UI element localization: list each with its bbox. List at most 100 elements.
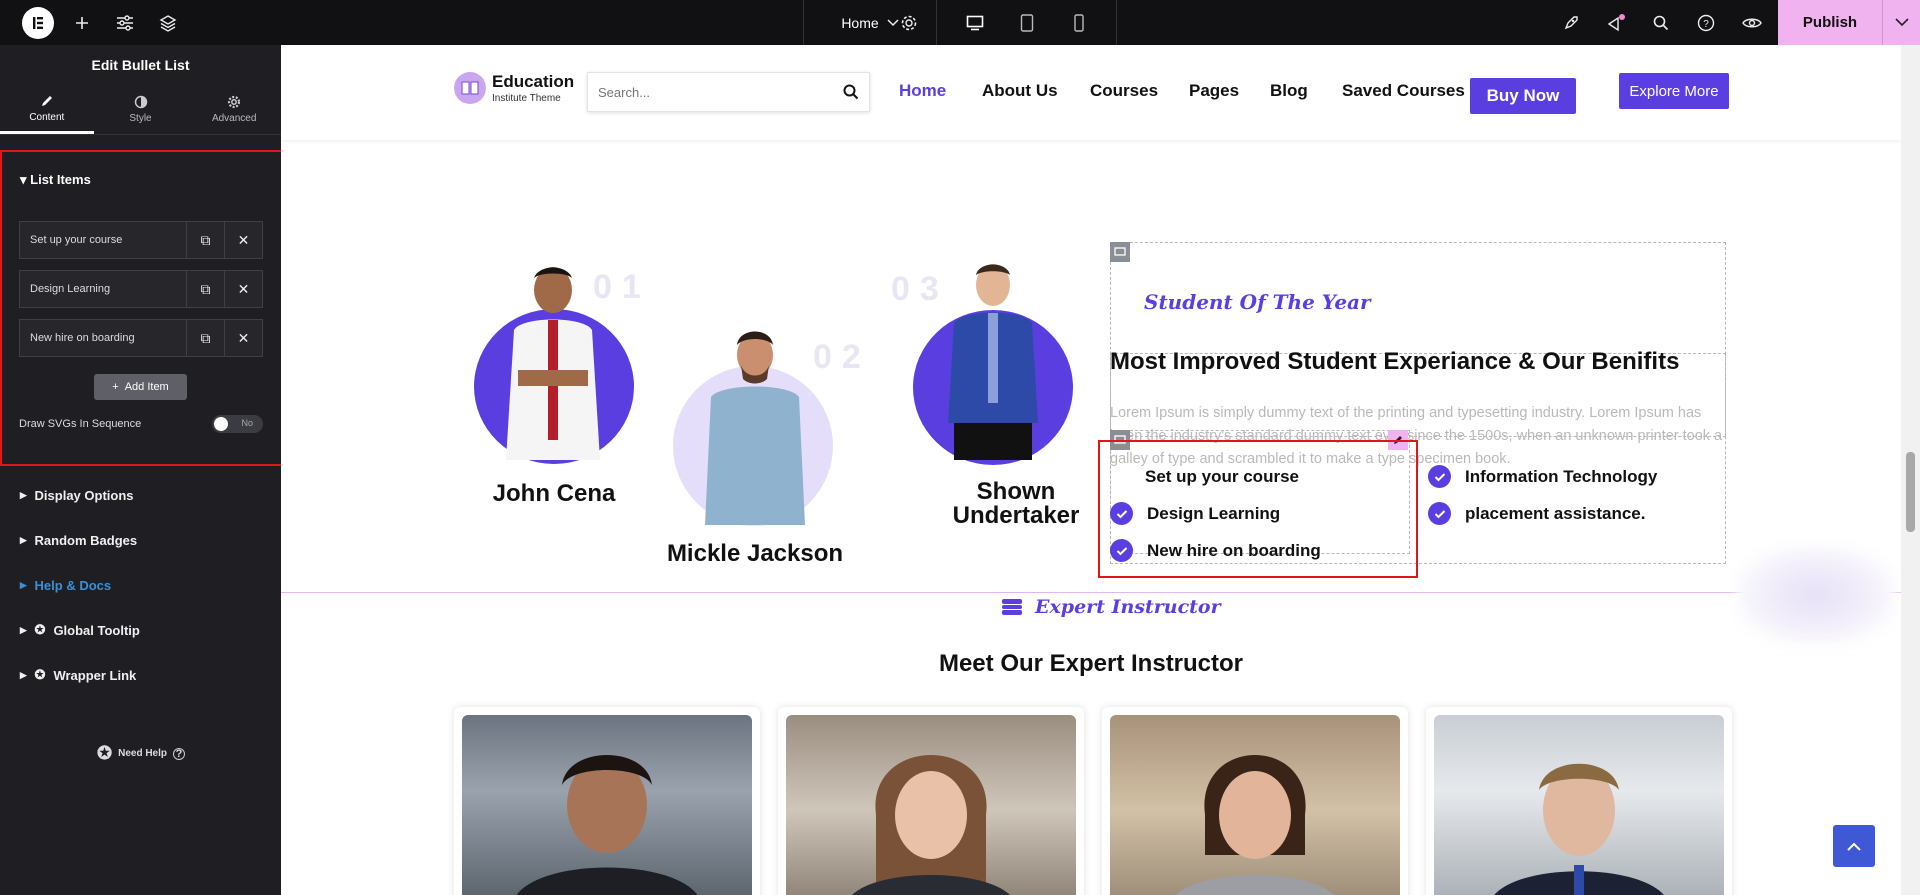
tab-style[interactable]: Style — [94, 85, 188, 134]
student-name: Shown Undertaker — [952, 478, 1080, 529]
page-name: Home — [841, 14, 879, 31]
section-label: Wrapper Link — [53, 667, 137, 683]
site-search — [587, 72, 870, 112]
remove-icon[interactable]: ✕ — [224, 222, 262, 258]
tablet-icon[interactable] — [1016, 12, 1038, 34]
canvas-scrollbar[interactable] — [1901, 45, 1920, 895]
blurred-overlay — [1736, 545, 1896, 645]
instructor-card[interactable] — [1426, 707, 1732, 895]
section-random-badges[interactable]: ▸ Random Badges — [20, 532, 137, 548]
page-settings-gear-icon[interactable] — [898, 12, 920, 34]
list-items-section-toggle[interactable]: ▾ List Items — [20, 172, 91, 188]
student-photo-shown — [948, 264, 1038, 460]
nav-about-us[interactable]: About Us — [982, 81, 1058, 101]
instructor-tagline: Expert Instructor — [1001, 596, 1221, 618]
panel-tabs: Content Style Advanced — [0, 85, 281, 135]
publish-options-button[interactable] — [1882, 0, 1920, 45]
bullet-item[interactable]: Information Technology — [1428, 465, 1657, 488]
tab-advanced[interactable]: Advanced — [187, 85, 281, 134]
panel-title: Edit Bullet List — [91, 57, 190, 73]
remove-icon[interactable]: ✕ — [224, 320, 262, 356]
scrollbar-thumb[interactable] — [1906, 452, 1915, 532]
award-tagline: Student Of The Year — [1144, 290, 1371, 314]
question-circle-icon: ? — [173, 747, 185, 760]
repeater-item[interactable]: Design Learning ⧉ ✕ — [19, 270, 263, 308]
section-wrapper-link[interactable]: ▸ ✪ Wrapper Link — [20, 667, 136, 683]
addon-badge-icon: ✪ — [34, 667, 46, 682]
nav-pages[interactable]: Pages — [1189, 81, 1239, 101]
buy-now-button[interactable]: Buy Now — [1470, 78, 1576, 114]
tab-content-label: Content — [29, 111, 65, 123]
list-items-title: List Items — [30, 172, 91, 187]
caret-right-icon: ▸ — [20, 532, 27, 547]
rocket-icon[interactable] — [1560, 12, 1582, 34]
instructor-card[interactable] — [778, 707, 1084, 895]
duplicate-icon[interactable]: ⧉ — [186, 271, 224, 307]
bullet-item[interactable]: placement assistance. — [1428, 502, 1645, 525]
stack-icon — [1002, 599, 1022, 615]
section-label: Random Badges — [34, 532, 138, 548]
add-element-icon[interactable] — [71, 12, 93, 34]
publish-button[interactable]: Publish — [1778, 0, 1882, 45]
instructor-card[interactable] — [454, 707, 760, 895]
nav-courses[interactable]: Courses — [1090, 81, 1158, 101]
caret-right-icon: ▸ — [20, 577, 27, 592]
student-of-year-section: 01 John Cena 02 Mickle Jackson 03 Shown … — [281, 140, 1901, 645]
add-item-button[interactable]: + Add Item — [94, 374, 187, 400]
check-icon — [1428, 465, 1451, 488]
desktop-icon[interactable] — [964, 12, 986, 34]
addon-logo-icon: ✪ — [97, 743, 113, 763]
add-item-label: Add Item — [124, 381, 169, 393]
need-help-label: Need Help — [118, 748, 167, 759]
duplicate-icon[interactable]: ⧉ — [186, 222, 224, 258]
search-input[interactable] — [598, 84, 843, 100]
check-icon — [1428, 502, 1451, 525]
widget-handle-icon[interactable] — [1110, 242, 1130, 262]
structure-layers-icon[interactable] — [157, 12, 179, 34]
chevron-down-icon — [1894, 18, 1909, 27]
repeater-item[interactable]: Set up your course ⧉ ✕ — [19, 221, 263, 259]
caret-right-icon: ▸ — [20, 487, 27, 502]
section-global-tooltip[interactable]: ▸ ✪ Global Tooltip — [20, 622, 140, 638]
search-icon[interactable] — [1650, 12, 1672, 34]
draw-svgs-toggle[interactable]: No — [212, 415, 263, 433]
repeater-item[interactable]: New hire on boarding ⧉ ✕ — [19, 319, 263, 357]
nav-saved-courses[interactable]: Saved Courses — [1342, 81, 1465, 101]
bullet-item-text: placement assistance. — [1465, 503, 1646, 523]
site-settings-icon[interactable] — [114, 12, 136, 34]
nav-home[interactable]: Home — [899, 81, 946, 101]
section-help-docs[interactable]: ▸ Help & Docs — [20, 577, 111, 593]
brand-title[interactable]: Education — [492, 72, 574, 92]
instructor-tagline-text: Expert Instructor — [1035, 596, 1221, 618]
explore-more-button[interactable]: Explore More — [1619, 73, 1729, 109]
duplicate-icon[interactable]: ⧉ — [186, 320, 224, 356]
instructor-photo — [462, 715, 752, 895]
contrast-icon — [134, 95, 147, 109]
pencil-icon — [41, 95, 52, 106]
editor-topbar: Home ? Publish — [0, 0, 1920, 45]
search-icon[interactable] — [843, 84, 859, 100]
elementor-logo-icon[interactable] — [22, 7, 54, 39]
preview-eye-icon[interactable] — [1741, 12, 1763, 34]
help-icon[interactable]: ? — [1695, 12, 1717, 34]
device-switcher — [936, 0, 1117, 45]
draw-svgs-label: Draw SVGs In Sequence — [19, 418, 142, 430]
need-help-link[interactable]: ✪ Need Help ? — [97, 743, 185, 764]
instructor-card[interactable] — [1102, 707, 1408, 895]
notifications-megaphone-icon[interactable] — [1605, 12, 1627, 34]
back-to-top-button[interactable] — [1833, 825, 1875, 867]
toggle-knob — [214, 417, 228, 431]
repeater-item-label: Set up your course — [30, 234, 123, 246]
nav-blog[interactable]: Blog — [1270, 81, 1308, 101]
preview-canvas: Education Institute Theme Home About Us … — [281, 45, 1920, 895]
remove-icon[interactable]: ✕ — [224, 271, 262, 307]
student-name: John Cena — [492, 480, 616, 507]
site-header: Education Institute Theme Home About Us … — [281, 45, 1901, 140]
tab-advanced-label: Advanced — [211, 113, 257, 124]
tab-content[interactable]: Content — [0, 85, 94, 134]
plus-icon: + — [112, 381, 119, 393]
mobile-icon[interactable] — [1068, 12, 1090, 34]
toggle-state: No — [241, 418, 253, 428]
section-display-options[interactable]: ▸ Display Options — [20, 487, 134, 503]
chevron-down-icon — [887, 18, 899, 26]
